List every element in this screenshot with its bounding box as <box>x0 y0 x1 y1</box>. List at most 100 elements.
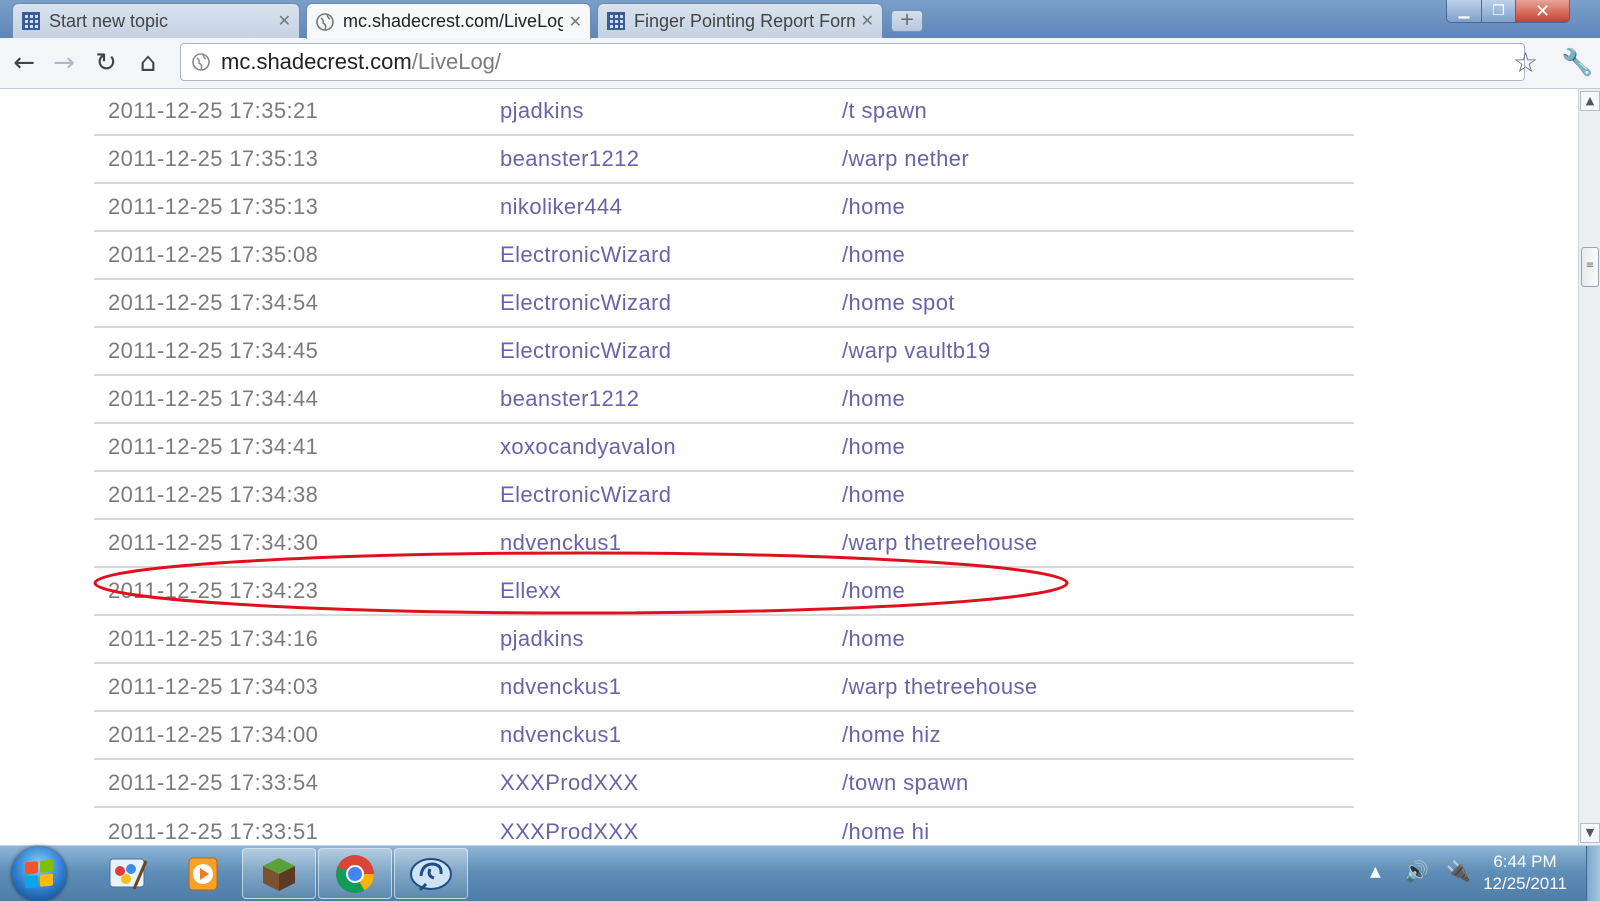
log-user: ElectronicWizard <box>500 482 672 507</box>
tab-label: Start new topic <box>49 10 169 31</box>
log-row: 2011-12-25 17:34:23 Ellexx/home <box>94 567 1354 615</box>
log-command: /home <box>842 194 906 219</box>
show-desktop-button[interactable] <box>1586 846 1600 901</box>
log-row: 2011-12-25 17:34:54 ElectronicWizard/home… <box>94 279 1354 327</box>
scroll-up-icon[interactable]: ▲ <box>1580 91 1600 111</box>
log-row: 2011-12-25 17:34:30 ndvenckus1/warp thetr… <box>94 519 1354 567</box>
log-command: /home <box>842 242 906 267</box>
log-command: /warp thetreehouse <box>842 530 1038 555</box>
log-row: 2011-12-25 17:34:03 ndvenckus1/warp thetr… <box>94 663 1354 711</box>
taskbar-teamspeak-icon[interactable] <box>394 848 468 899</box>
taskbar-paint-icon[interactable] <box>90 848 164 899</box>
vertical-scrollbar[interactable]: ▲ ≡ ▼ <box>1578 89 1600 845</box>
tab-start-new-topic[interactable]: Start new topic ✕ <box>12 3 300 38</box>
log-time: 2011-12-25 17:33:54 <box>108 770 319 795</box>
log-row: 2011-12-25 17:34:45 ElectronicWizard/warp… <box>94 327 1354 375</box>
clock-date: 12/25/2011 <box>1483 874 1567 893</box>
log-row: 2011-12-25 17:34:44 beanster1212/home <box>94 375 1354 423</box>
tab-label: Finger Pointing Report Form <box>634 10 855 31</box>
taskbar-minecraft-icon[interactable] <box>242 848 316 899</box>
log-user: XXXProdXXX <box>500 818 639 844</box>
taskbar-chrome-icon[interactable] <box>318 848 392 899</box>
forward-icon[interactable]: → <box>48 48 80 78</box>
log-time: 2011-12-25 17:34:54 <box>108 290 319 315</box>
log-row: 2011-12-25 17:35:13 beanster1212/warp net… <box>94 135 1354 183</box>
close-window-button[interactable]: ✕ <box>1515 0 1570 23</box>
log-user: ElectronicWizard <box>500 338 672 363</box>
log-command: /warp nether <box>842 146 970 171</box>
log-row: 2011-12-25 17:33:51 XXXProdXXX/home hi <box>94 807 1354 845</box>
reload-icon[interactable]: ↻ <box>90 48 122 78</box>
url-path: /LiveLog/ <box>411 49 502 74</box>
log-user: beanster1212 <box>500 146 640 171</box>
log-time: 2011-12-25 17:34:45 <box>108 338 319 363</box>
windows-taskbar: ▲ 🔊 🔌 6:44 PM 12/25/2011 <box>0 845 1600 901</box>
globe-icon <box>192 53 210 71</box>
forum-favicon-icon <box>607 12 625 30</box>
log-command: /home <box>842 434 906 459</box>
log-user: Ellexx <box>500 578 562 603</box>
start-button[interactable] <box>12 847 66 901</box>
log-row: 2011-12-25 17:34:16 pjadkins/home <box>94 615 1354 663</box>
live-log-table: 2011-12-25 17:35:21 pjadkins/t spawn 2011-… <box>94 89 1354 845</box>
log-user: XXXProdXXX <box>500 770 639 795</box>
log-time: 2011-12-25 17:34:38 <box>108 482 319 507</box>
new-tab-button[interactable]: + <box>891 10 923 32</box>
log-user: ndvenckus1 <box>500 674 622 699</box>
address-bar[interactable]: mc.shadecrest.com/LiveLog/ <box>180 43 1525 81</box>
log-time: 2011-12-25 17:34:16 <box>108 626 319 651</box>
log-command: /home spot <box>842 290 955 315</box>
scroll-thumb[interactable]: ≡ <box>1581 247 1599 287</box>
log-command: /home <box>842 482 906 507</box>
log-time: 2011-12-25 17:35:13 <box>108 146 319 171</box>
log-user: ndvenckus1 <box>500 722 622 747</box>
log-row: 2011-12-25 17:35:08 ElectronicWizard/home <box>94 231 1354 279</box>
forum-favicon-icon <box>22 12 40 30</box>
log-command: /home <box>842 386 906 411</box>
log-row: 2011-12-25 17:34:38 ElectronicWizard/home <box>94 471 1354 519</box>
scroll-down-icon[interactable]: ▼ <box>1580 823 1600 843</box>
tab-livelog[interactable]: mc.shadecrest.com/LiveLog ✕ <box>306 3 591 39</box>
title-bar: Start new topic ✕ mc.shadecrest.com/Live… <box>0 0 1600 39</box>
power-plug-icon[interactable]: 🔌 <box>1446 859 1471 883</box>
log-time: 2011-12-25 17:34:30 <box>108 530 319 555</box>
log-user: ElectronicWizard <box>500 290 672 315</box>
show-hidden-icons-icon[interactable]: ▲ <box>1370 864 1381 880</box>
volume-icon[interactable]: 🔊 <box>1404 859 1429 883</box>
home-icon[interactable]: ⌂ <box>132 48 164 78</box>
log-time: 2011-12-25 17:35:08 <box>108 242 319 267</box>
log-time: 2011-12-25 17:33:51 <box>108 818 319 844</box>
tab-finger-pointing-report[interactable]: Finger Pointing Report Form ✕ <box>597 3 883 38</box>
log-row: 2011-12-25 17:34:00 ndvenckus1/home hiz <box>94 711 1354 759</box>
log-user: ElectronicWizard <box>500 242 672 267</box>
log-user: xoxocandyavalon <box>500 434 677 459</box>
log-command: /home <box>842 578 906 603</box>
log-user: pjadkins <box>500 626 584 651</box>
log-row: 2011-12-25 17:34:41 xoxocandyavalon/home <box>94 423 1354 471</box>
log-row: 2011-12-25 17:35:21 pjadkins/t spawn <box>94 89 1354 135</box>
back-icon[interactable]: ← <box>8 48 40 78</box>
bookmark-star-icon[interactable]: ☆ <box>1513 46 1538 79</box>
log-row: 2011-12-25 17:33:54 XXXProdXXX/town spawn <box>94 759 1354 807</box>
log-time: 2011-12-25 17:34:03 <box>108 674 319 699</box>
log-command: /warp thetreehouse <box>842 674 1038 699</box>
browser-toolbar: ← → ↻ ⌂ mc.shadecrest.com/LiveLog/ ☆ 🔧 <box>0 38 1600 89</box>
log-time: 2011-12-25 17:35:13 <box>108 194 319 219</box>
taskbar-media-player-icon[interactable] <box>166 848 240 899</box>
system-clock[interactable]: 6:44 PM 12/25/2011 <box>1470 851 1580 895</box>
tab-close-icon[interactable]: ✕ <box>278 11 291 31</box>
tab-close-icon[interactable]: ✕ <box>861 11 874 31</box>
log-time: 2011-12-25 17:34:41 <box>108 434 319 459</box>
log-user: beanster1212 <box>500 386 640 411</box>
log-time: 2011-12-25 17:34:44 <box>108 386 319 411</box>
minimize-button[interactable]: ▁ <box>1446 0 1482 23</box>
log-time: 2011-12-25 17:34:23 <box>108 578 319 603</box>
wrench-menu-icon[interactable]: 🔧 <box>1561 48 1593 78</box>
log-command: /t spawn <box>842 98 928 123</box>
log-command: /home hiz <box>842 722 941 747</box>
maximize-button[interactable]: ❐ <box>1481 0 1516 23</box>
clock-time: 6:44 PM <box>1493 852 1557 871</box>
log-user: ndvenckus1 <box>500 530 622 555</box>
tab-close-icon[interactable]: ✕ <box>569 12 582 32</box>
url-host: mc.shadecrest.com <box>221 49 412 74</box>
